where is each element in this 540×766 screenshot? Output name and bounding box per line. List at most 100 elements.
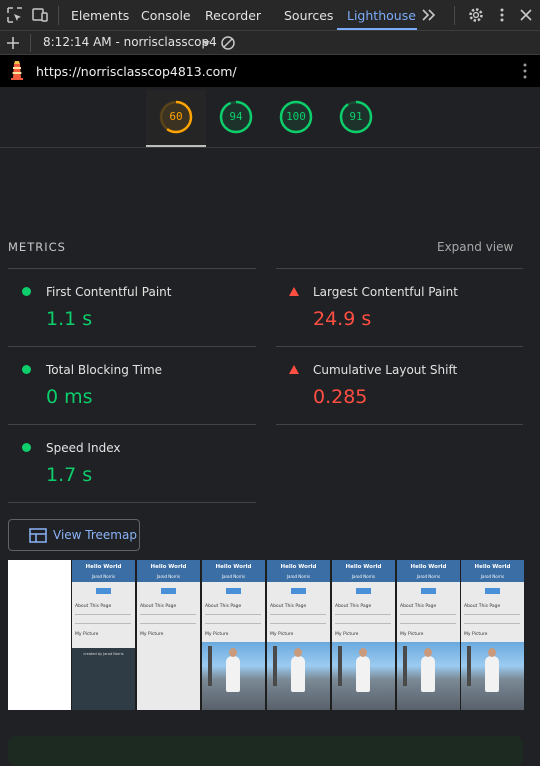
more-tabs-icon[interactable]	[420, 6, 438, 24]
filmstrip-frame	[8, 560, 71, 710]
score-value: 94	[229, 110, 243, 123]
lighthouse-toolbar: 8:12:14 AM - norrisclasscop4	[0, 31, 540, 55]
tab-divider	[454, 6, 455, 25]
view-treemap-button[interactable]: View Treemap	[8, 519, 140, 551]
metric-label: Largest Contentful Paint	[313, 285, 458, 299]
filmstrip-frame: Hello World Jarod Norris About This Page…	[332, 560, 395, 710]
expand-view-link[interactable]: Expand view	[437, 240, 513, 254]
frame-text-lines	[270, 614, 326, 624]
frame-picture-label: My Picture	[205, 632, 229, 637]
report-menu-icon[interactable]	[516, 62, 534, 80]
frame-photo-person	[485, 656, 499, 692]
frame-button	[226, 588, 241, 594]
frame-about: About This Page	[464, 604, 501, 609]
frame-photo-head	[294, 648, 302, 657]
chevron-down-icon[interactable]	[197, 34, 215, 52]
filmstrip-frame: Hello World Jarod Norris About This Page…	[461, 560, 524, 710]
frame-title: Hello World	[150, 564, 187, 570]
metric-label: Speed Index	[46, 441, 121, 455]
frame-title: Hello World	[215, 564, 252, 570]
frame-picture-label: My Picture	[270, 632, 294, 637]
fail-triangle-icon	[289, 287, 299, 296]
frame-footer-text: created by Jarod Norris	[83, 652, 124, 656]
frame-text-lines	[464, 614, 520, 624]
gear-icon[interactable]	[467, 6, 485, 24]
devtools-tabbar: Elements Console Recorder Sources Lighth…	[0, 0, 540, 31]
lighthouse-logo-icon	[8, 61, 26, 80]
tab-recorder[interactable]: Recorder	[205, 0, 261, 31]
frame-picture-label: My Picture	[140, 632, 164, 637]
score-gauge[interactable]: 100	[279, 100, 313, 134]
filmstrip-frame: Hello World Jarod Norris About This Page…	[397, 560, 460, 710]
frame-text-lines	[400, 614, 456, 624]
frame-subtitle: Jarod Norris	[91, 574, 116, 579]
frame-title: Hello World	[474, 564, 511, 570]
frame-subtitle: Jarod Norris	[221, 574, 246, 579]
frame-photo-person	[291, 656, 305, 692]
filmstrip-frame: Hello World Jarod Norris About This Page…	[202, 560, 265, 710]
frame-photo-pole	[273, 646, 277, 686]
report-selector[interactable]: 8:12:14 AM - norrisclasscop4	[43, 35, 217, 49]
frame-photo-pole	[467, 646, 471, 686]
tab-console[interactable]: Console	[141, 0, 191, 31]
frame-about: About This Page	[270, 604, 307, 609]
metrics-title: METRICS	[8, 240, 66, 254]
frame-button	[96, 588, 111, 594]
frame-photo-person	[356, 656, 370, 692]
frame-photo-head	[359, 648, 367, 657]
frame-text-lines	[75, 614, 131, 624]
frame-photo-pole	[208, 646, 212, 686]
score-gauge[interactable]: 91	[339, 100, 373, 134]
frame-subtitle: Jarod Norris	[286, 574, 311, 579]
metric-value: 1.7 s	[46, 464, 93, 486]
close-icon[interactable]	[517, 6, 535, 24]
score-gauge[interactable]: 94	[219, 100, 253, 134]
metrics-divider	[8, 502, 256, 503]
tab-lighthouse[interactable]: Lighthouse	[347, 0, 416, 31]
frame-picture-label: My Picture	[75, 632, 99, 637]
frame-text-lines	[140, 614, 196, 624]
toolbar-divider	[30, 34, 31, 52]
frame-footer	[72, 648, 135, 710]
pass-dot-icon	[22, 443, 31, 452]
frame-photo-head	[229, 648, 237, 657]
scores-divider	[0, 147, 540, 148]
tab-divider	[58, 6, 59, 25]
report-url[interactable]: https://norrisclasscop4813.com/	[36, 64, 237, 79]
metrics-divider	[276, 346, 523, 347]
metric-value: 0 ms	[46, 386, 93, 408]
frame-title: Hello World	[345, 564, 382, 570]
frame-subtitle: Jarod Norris	[416, 574, 441, 579]
frame-button	[291, 588, 306, 594]
tab-elements[interactable]: Elements	[71, 0, 129, 31]
frame-about: About This Page	[335, 604, 372, 609]
metric-label: Cumulative Layout Shift	[313, 363, 458, 377]
fail-triangle-icon	[289, 365, 299, 374]
frame-picture-label: My Picture	[464, 632, 488, 637]
inspect-element-icon[interactable]	[6, 6, 24, 24]
score-gauge[interactable]: 60	[159, 100, 193, 134]
clear-icon[interactable]	[219, 34, 237, 52]
frame-text-lines	[335, 614, 391, 624]
frame-about: About This Page	[400, 604, 437, 609]
frame-photo-head	[488, 648, 496, 657]
frame-about: About This Page	[205, 604, 242, 609]
metrics-divider	[276, 424, 523, 425]
frame-button	[161, 588, 176, 594]
plus-icon[interactable]	[4, 34, 22, 52]
frame-photo-person	[226, 656, 240, 692]
score-value: 100	[286, 110, 306, 123]
frame-title: Hello World	[280, 564, 317, 570]
filmstrip-frame: Hello World Jarod Norris About This Page…	[267, 560, 330, 710]
passed-audits-card	[8, 736, 523, 766]
frame-subtitle: Jarod Norris	[156, 574, 181, 579]
metric-value: 1.1 s	[46, 308, 93, 330]
kebab-menu-icon[interactable]	[493, 6, 511, 24]
device-toolbar-icon[interactable]	[31, 6, 49, 24]
filmstrip-frame: Hello World Jarod Norris About This Page…	[72, 560, 135, 710]
frame-title: Hello World	[410, 564, 447, 570]
frame-subtitle: Jarod Norris	[351, 574, 376, 579]
treemap-icon	[29, 528, 47, 547]
tab-sources[interactable]: Sources	[284, 0, 333, 31]
frame-photo-pole	[403, 646, 407, 686]
